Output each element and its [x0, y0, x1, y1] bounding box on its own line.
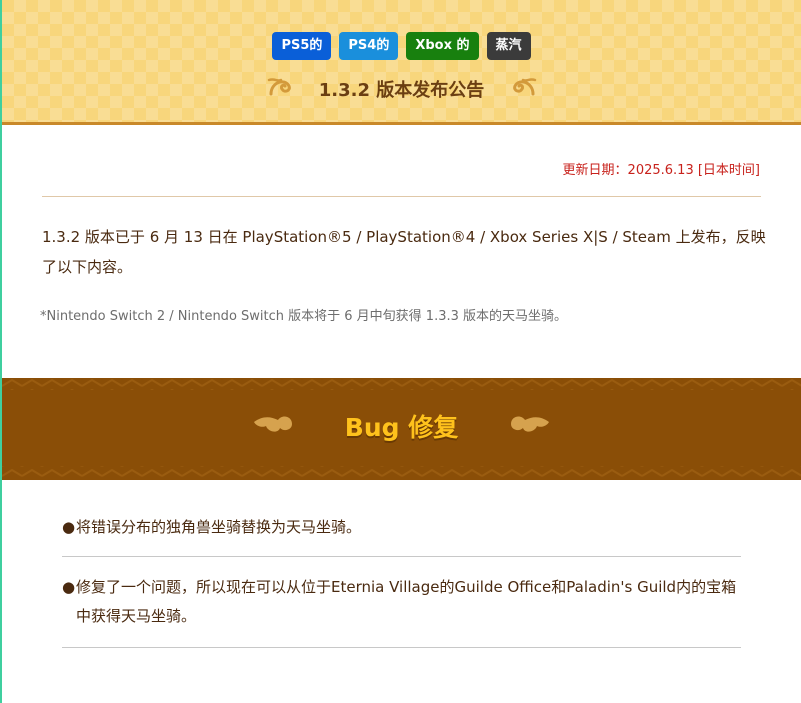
tag-ps4[interactable]: PS4的 [339, 32, 399, 60]
swirl-ornament-icon [513, 78, 537, 96]
list-item: ● 修复了一个问题，所以现在可以从位于Eternia Village的Guild… [62, 573, 742, 631]
section-title: Bug 修复 [344, 413, 459, 442]
list-item: ● 将错误分布的独角兽坐骑替换为天马坐骑。 [62, 513, 742, 542]
section-band: Bug 修复 [2, 378, 801, 480]
divider [62, 647, 741, 648]
bullet-icon: ● [62, 518, 76, 536]
divider [62, 556, 741, 557]
intro-text: 1.3.2 版本已于 6 月 13 日在 PlayStation®5 / Pla… [42, 228, 766, 276]
cloud-ornament-icon [511, 416, 549, 432]
switch-note: *Nintendo Switch 2 / Nintendo Switch 版本将… [40, 309, 568, 324]
tag-ps5[interactable]: PS5的 [272, 32, 332, 60]
list-item-text: 将错误分布的独角兽坐骑替换为天马坐骑。 [76, 518, 362, 536]
page-title: 1.3.2 版本发布公告 [318, 80, 485, 101]
bullet-icon: ● [62, 578, 76, 596]
update-date: 更新日期：2025.6.13 [日本时间] [562, 163, 760, 178]
tag-xbox[interactable]: Xbox 的 [406, 32, 479, 60]
header-banner: PS5的 PS4的 Xbox 的 蒸汽 1.3.2 版本发布公告 [2, 0, 801, 125]
list-item-text: 修复了一个问题，所以现在可以从位于Eternia Village的Guilde … [76, 578, 737, 625]
platform-tags: PS5的 PS4的 Xbox 的 蒸汽 [2, 32, 801, 60]
page: PS5的 PS4的 Xbox 的 蒸汽 1.3.2 版本发布公告 更新日期：20… [2, 0, 801, 703]
divider [42, 196, 761, 197]
title-row: 1.3.2 版本发布公告 [2, 72, 801, 106]
tag-steam[interactable]: 蒸汽 [486, 32, 531, 60]
